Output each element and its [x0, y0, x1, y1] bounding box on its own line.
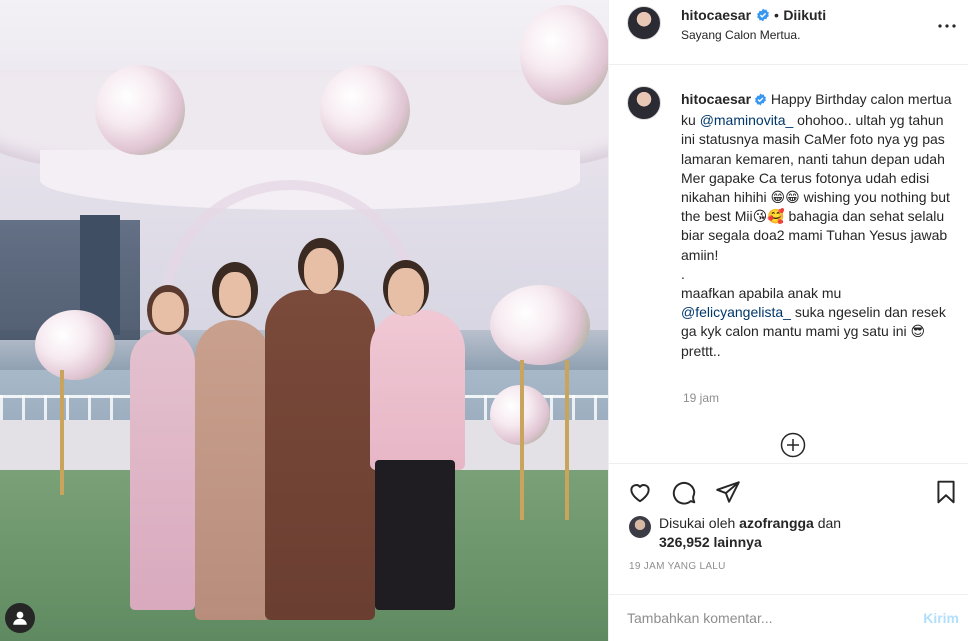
comments-section[interactable]: hitocaesar Happy Birthday calon mertua k…: [609, 66, 968, 462]
separator-dot: •: [773, 7, 779, 23]
caption-author-avatar[interactable]: [627, 86, 661, 120]
caption-text: ohohoo.. ultah yg tahun ini statusnya ma…: [681, 112, 950, 263]
mention-link[interactable]: @maminovita_: [700, 112, 794, 128]
photo-person-face: [304, 248, 338, 294]
add-comment-bar: Kirim: [609, 594, 968, 641]
photo-person-face: [219, 272, 251, 316]
photo-person: [370, 310, 465, 470]
liked-by-and: dan: [813, 515, 842, 531]
user-tag-icon[interactable]: [5, 603, 35, 633]
more-horizontal-icon[interactable]: [935, 14, 959, 38]
caption-time[interactable]: 19 jam: [683, 391, 719, 405]
photo-flower-stand: [565, 360, 569, 520]
verified-badge-icon: [756, 8, 770, 27]
author-username[interactable]: hitocaesar: [681, 7, 751, 23]
author-line: hitocaesar • Diikuti: [681, 7, 826, 27]
photo-flower-stand: [60, 370, 64, 495]
post-header: hitocaesar • Diikuti Sayang Calon Mertua…: [609, 0, 968, 65]
follow-status-button[interactable]: Diikuti: [783, 7, 826, 23]
caption-text: maafkan apabila anak mu: [681, 285, 842, 302]
liker-username[interactable]: azofrangga: [739, 515, 814, 531]
post-photo[interactable]: [0, 0, 608, 641]
caption-text: .: [681, 265, 685, 282]
post-location[interactable]: Sayang Calon Mertua.: [681, 28, 800, 42]
photo-person: [195, 320, 270, 620]
photo-flower-arrangement: [490, 285, 590, 365]
likes-count[interactable]: 326,952 lainnya: [659, 534, 762, 550]
likes-line: Disukai oleh azofrangga dan 326,952 lain…: [659, 514, 841, 552]
photo-flower-arrangement: [35, 310, 115, 380]
post-comment-button[interactable]: Kirim: [923, 610, 959, 626]
post-actions: Disukai oleh azofrangga dan 326,952 lain…: [609, 463, 968, 641]
comment-icon[interactable]: [671, 479, 697, 505]
post-timestamp[interactable]: 19 JAM YANG LALU: [629, 561, 726, 572]
liker-avatar[interactable]: [629, 516, 651, 538]
author-avatar[interactable]: [627, 6, 661, 40]
heart-icon[interactable]: [627, 479, 653, 505]
photo-person: [130, 330, 195, 610]
photo-flower-arrangement: [520, 5, 608, 105]
comment-input[interactable]: [627, 607, 897, 629]
send-icon[interactable]: [715, 479, 741, 505]
post-caption: hitocaesar Happy Birthday calon mertua k…: [681, 90, 953, 361]
photo-flower-arrangement: [320, 65, 410, 155]
photo-flower-arrangement: [95, 65, 185, 155]
photo-person: [265, 290, 375, 620]
mention-link[interactable]: @felicyangelista_: [681, 304, 791, 320]
post-side-panel: hitocaesar • Diikuti Sayang Calon Mertua…: [608, 0, 968, 641]
photo-person: [375, 460, 455, 610]
caption-username[interactable]: hitocaesar: [681, 91, 751, 107]
bookmark-icon[interactable]: [933, 479, 959, 505]
plus-circle-icon[interactable]: [780, 432, 806, 458]
photo-person-face: [152, 292, 184, 332]
liked-by-prefix: Disukai oleh: [659, 515, 740, 531]
photo-flower-stand: [520, 360, 524, 520]
verified-badge-icon: [754, 92, 767, 111]
photo-person-face: [388, 268, 424, 316]
